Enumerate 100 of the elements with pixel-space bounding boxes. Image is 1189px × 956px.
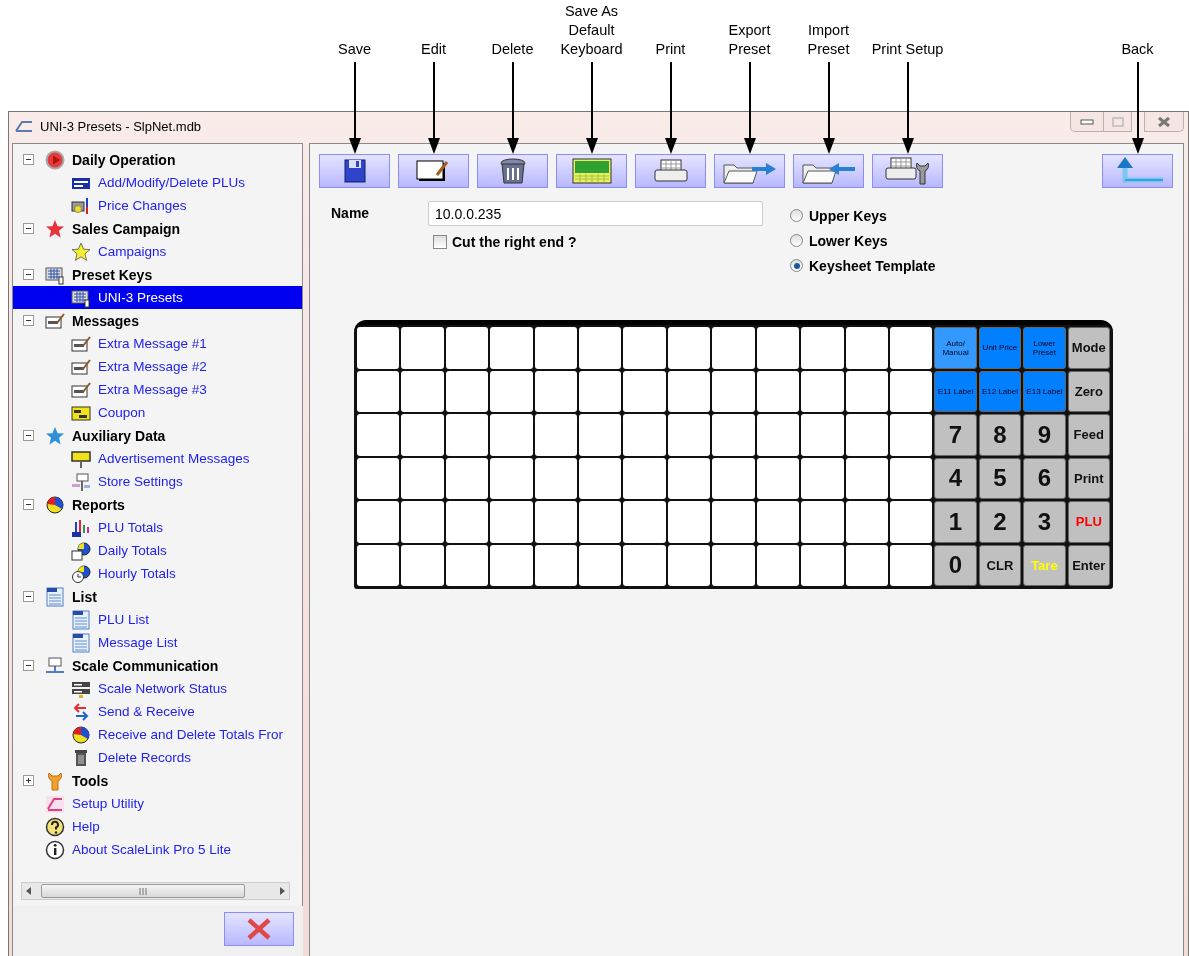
blank-key[interactable] [756, 501, 800, 543]
blank-key[interactable] [845, 370, 888, 412]
tree-item[interactable]: Sales Campaign [13, 217, 302, 240]
toolbar-button[interactable] [398, 154, 469, 188]
minimize-button[interactable] [1070, 112, 1104, 132]
blank-key[interactable] [445, 327, 489, 369]
keysheet-key[interactable]: E13 Label [1023, 370, 1066, 412]
blank-key[interactable] [445, 370, 489, 412]
blank-key[interactable] [357, 414, 400, 456]
tree-item[interactable]: Advertisement Messages [13, 447, 302, 470]
collapse-icon[interactable] [23, 315, 34, 326]
keysheet-key[interactable]: 3 [1023, 501, 1066, 543]
tree-item[interactable]: Setup Utility [13, 792, 302, 815]
keysheet-key[interactable]: 4 [934, 457, 977, 499]
blank-key[interactable] [445, 457, 489, 499]
collapse-icon[interactable] [23, 430, 34, 441]
blank-key[interactable] [889, 544, 933, 586]
tree-item[interactable]: Extra Message #2 [13, 355, 302, 378]
blank-key[interactable] [667, 544, 711, 586]
collapse-icon[interactable] [23, 660, 34, 671]
tree-item[interactable]: Coupon [13, 401, 302, 424]
tree-item[interactable]: List [13, 585, 302, 608]
keysheet-key[interactable]: CLR [978, 544, 1022, 586]
tree-item[interactable]: Message List [13, 631, 302, 654]
blank-key[interactable] [357, 370, 400, 412]
blank-key[interactable] [667, 501, 711, 543]
collapse-icon[interactable] [23, 269, 34, 280]
collapse-icon[interactable] [23, 154, 34, 165]
blank-key[interactable] [667, 327, 711, 369]
blank-key[interactable] [401, 544, 444, 586]
blank-key[interactable] [667, 414, 711, 456]
keysheet-key[interactable]: 2 [978, 501, 1022, 543]
keysheet-key[interactable]: Print [1067, 457, 1110, 499]
keysheet-key[interactable]: 1 [934, 501, 977, 543]
blank-key[interactable] [667, 457, 711, 499]
blank-key[interactable] [357, 327, 400, 369]
blank-key[interactable] [756, 327, 800, 369]
tree-item[interactable]: About ScaleLink Pro 5 Lite [13, 838, 302, 861]
blank-key[interactable] [534, 501, 578, 543]
keysheet-key[interactable]: 8 [978, 414, 1022, 456]
keysheet-key[interactable]: Feed [1067, 414, 1110, 456]
keysheet-key[interactable]: Unit Price [978, 327, 1022, 369]
blank-key[interactable] [712, 370, 755, 412]
collapse-icon[interactable] [23, 499, 34, 510]
blank-key[interactable] [445, 501, 489, 543]
horizontal-scrollbar[interactable] [21, 882, 290, 900]
blank-key[interactable] [490, 544, 533, 586]
tree-item[interactable]: Campaigns [13, 240, 302, 263]
keysheet-key[interactable]: Zero [1067, 370, 1110, 412]
tree-item[interactable]: Add/Modify/Delete PLUs [13, 171, 302, 194]
tree-item[interactable]: Receive and Delete Totals Fror [13, 723, 302, 746]
tree-item[interactable]: Daily Operation [13, 148, 302, 171]
blank-key[interactable] [801, 544, 844, 586]
keysheet-key[interactable]: Mode [1067, 327, 1110, 369]
keysheet-key[interactable]: Enter [1067, 544, 1110, 586]
keysheet-key[interactable]: E12 Label [978, 370, 1022, 412]
tree-item[interactable]: Delete Records [13, 746, 302, 769]
blank-key[interactable] [579, 501, 622, 543]
blank-key[interactable] [445, 414, 489, 456]
blank-key[interactable] [889, 414, 933, 456]
blank-key[interactable] [845, 501, 888, 543]
blank-key[interactable] [579, 457, 622, 499]
tree-item[interactable]: Tools [13, 769, 302, 792]
tree-item[interactable]: Extra Message #3 [13, 378, 302, 401]
checkbox[interactable] [433, 235, 447, 249]
blank-key[interactable] [401, 370, 444, 412]
tree-item[interactable]: Extra Message #1 [13, 332, 302, 355]
toolbar-button[interactable] [477, 154, 548, 188]
tree-item[interactable]: Auxiliary Data [13, 424, 302, 447]
blank-key[interactable] [534, 414, 578, 456]
tree-item[interactable]: PLU Totals [13, 516, 302, 539]
tree-item[interactable]: Hourly Totals [13, 562, 302, 585]
blank-key[interactable] [623, 457, 666, 499]
blank-key[interactable] [534, 457, 578, 499]
blank-key[interactable] [579, 414, 622, 456]
blank-key[interactable] [357, 501, 400, 543]
keysheet-key[interactable]: Auto/ Manual [934, 327, 977, 369]
blank-key[interactable] [623, 370, 666, 412]
blank-key[interactable] [401, 457, 444, 499]
blank-key[interactable] [756, 414, 800, 456]
keysheet-key[interactable]: Lower Preset [1023, 327, 1066, 369]
tree-item[interactable]: Scale Communication [13, 654, 302, 677]
keysheet-key[interactable]: E11 Label [934, 370, 977, 412]
blank-key[interactable] [845, 327, 888, 369]
blank-key[interactable] [445, 544, 489, 586]
radio-button[interactable] [790, 209, 803, 222]
keysheet-key[interactable]: 0 [934, 544, 977, 586]
scroll-right-icon[interactable] [280, 887, 285, 895]
tree-item[interactable]: Messages [13, 309, 302, 332]
blank-key[interactable] [357, 457, 400, 499]
tree-item[interactable]: Daily Totals [13, 539, 302, 562]
blank-key[interactable] [579, 370, 622, 412]
close-button[interactable] [224, 912, 294, 946]
keysheet-key[interactable]: 9 [1023, 414, 1066, 456]
radio-button[interactable] [790, 234, 803, 247]
blank-key[interactable] [579, 327, 622, 369]
tree-item[interactable]: Send & Receive [13, 700, 302, 723]
tree-item[interactable]: Scale Network Status [13, 677, 302, 700]
tree-item[interactable]: Store Settings [13, 470, 302, 493]
collapse-icon[interactable] [23, 223, 34, 234]
